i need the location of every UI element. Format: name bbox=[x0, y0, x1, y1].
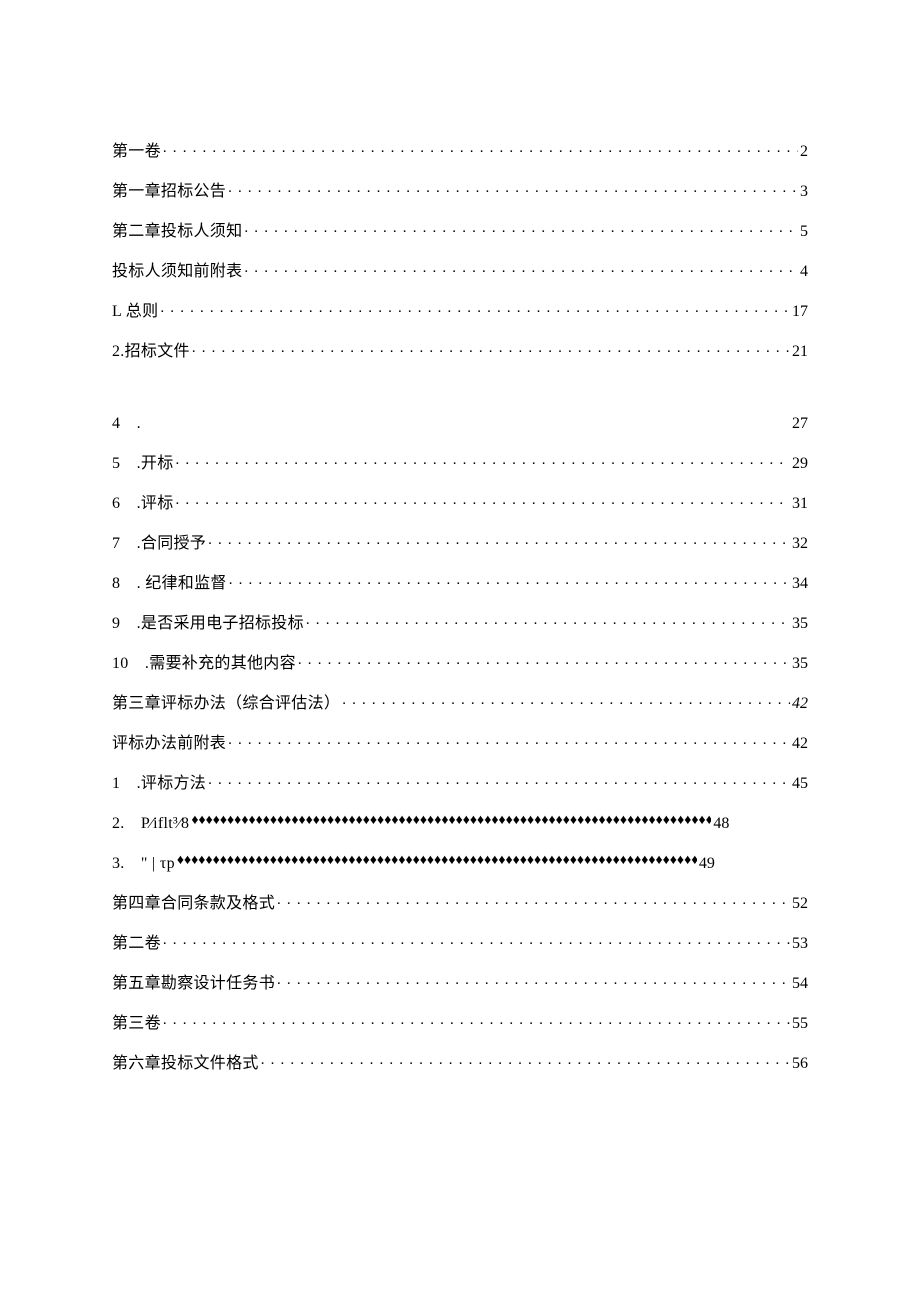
toc-page: 29 bbox=[792, 456, 808, 472]
toc-entry: 第四章合同条款及格式 52 bbox=[112, 892, 808, 912]
toc-entry: 4 . 27 bbox=[112, 412, 808, 432]
page: 第一卷 2 第一章招标公告 3 第二章投标人须知 5 投标人须知前附表 4 L … bbox=[0, 0, 920, 1072]
toc-entry: 3. " | τp 49 bbox=[112, 852, 808, 872]
toc-label: 评标办法前附表 bbox=[112, 736, 226, 752]
toc-label: 第一章招标公告 bbox=[112, 184, 226, 200]
toc-label: 第六章投标文件格式 bbox=[112, 1056, 259, 1072]
toc-label: L 总则 bbox=[112, 304, 158, 320]
toc-leader bbox=[163, 1012, 790, 1028]
toc-page: 31 bbox=[792, 496, 808, 512]
toc-entry: 9 .是否采用电子招标投标 35 bbox=[112, 612, 808, 632]
toc-page: 2 bbox=[800, 144, 808, 160]
toc-entry: 7 .合同授予 32 bbox=[112, 532, 808, 552]
toc-leader bbox=[228, 180, 798, 196]
toc-leader bbox=[163, 140, 798, 156]
toc-page: 21 bbox=[792, 344, 808, 360]
toc-leader bbox=[261, 1052, 790, 1068]
toc-entry: 第二卷 53 bbox=[112, 932, 808, 952]
toc-page: 17 bbox=[792, 304, 808, 320]
toc-page: 52 bbox=[792, 896, 808, 912]
toc-label: 2.招标文件 bbox=[112, 344, 190, 360]
toc-block: 4 . 27 5 .开标 29 6 .评标 31 7 .合同授予 32 8 . … bbox=[112, 412, 808, 1072]
toc-leader bbox=[192, 340, 790, 356]
toc-label: 第二卷 bbox=[112, 936, 161, 952]
toc-leader bbox=[160, 300, 790, 316]
toc-entry: 2.招标文件 21 bbox=[112, 340, 808, 360]
toc-label: 5 .开标 bbox=[112, 456, 174, 472]
toc-page: 34 bbox=[792, 576, 808, 592]
toc-page: 42 bbox=[792, 696, 808, 712]
toc-leader bbox=[277, 972, 790, 988]
toc-label: 第三章评标办法（综合评估法） bbox=[112, 696, 340, 712]
toc-page: 49 bbox=[699, 856, 715, 872]
toc-entry: 第五章勘察设计任务书 54 bbox=[112, 972, 808, 992]
toc-page: 56 bbox=[792, 1056, 808, 1072]
toc-page: 4 bbox=[800, 264, 808, 280]
toc-entry: 8 . 纪律和监督 34 bbox=[112, 572, 808, 592]
toc-label: 6 .评标 bbox=[112, 496, 174, 512]
toc-entry: 10 .需要补充的其他内容 35 bbox=[112, 652, 808, 672]
toc-page: 5 bbox=[800, 224, 808, 240]
toc-leader bbox=[306, 612, 790, 628]
toc-leader bbox=[163, 932, 790, 948]
toc-label: 4 . bbox=[112, 416, 141, 432]
toc-entry: 第一卷 2 bbox=[112, 140, 808, 160]
toc-leader bbox=[298, 652, 790, 668]
toc-label: 投标人须知前附表 bbox=[112, 264, 242, 280]
toc-leader bbox=[143, 412, 790, 428]
toc-label: 第二章投标人须知 bbox=[112, 224, 242, 240]
toc-leader bbox=[176, 492, 791, 508]
toc-label: 第三卷 bbox=[112, 1016, 161, 1032]
toc-label: 7 .合同授予 bbox=[112, 536, 206, 552]
toc-label: 1 .评标方法 bbox=[112, 776, 206, 792]
toc-entry: 第一章招标公告 3 bbox=[112, 180, 808, 200]
toc-label: 10 .需要补充的其他内容 bbox=[112, 656, 296, 672]
toc-leader bbox=[244, 220, 798, 236]
toc-leader bbox=[177, 852, 697, 868]
toc-label: 2. P⁄iflt³⁄8 bbox=[112, 816, 189, 832]
toc-entry: 第三章评标办法（综合评估法） 42 bbox=[112, 692, 808, 712]
toc-entry: 第六章投标文件格式 56 bbox=[112, 1052, 808, 1072]
toc-page: 42 bbox=[792, 736, 808, 752]
toc-page: 48 bbox=[713, 816, 729, 832]
toc-page: 35 bbox=[792, 656, 808, 672]
toc-leader bbox=[342, 692, 790, 708]
toc-leader bbox=[228, 732, 790, 748]
toc-label: 第五章勘察设计任务书 bbox=[112, 976, 275, 992]
toc-entry: 2. P⁄iflt³⁄8 48 bbox=[112, 812, 808, 832]
toc-label: 3. " | τp bbox=[112, 856, 175, 872]
toc-leader bbox=[277, 892, 790, 908]
toc-leader bbox=[244, 260, 798, 276]
toc-entry: 1 .评标方法 45 bbox=[112, 772, 808, 792]
toc-block: 第一卷 2 第一章招标公告 3 第二章投标人须知 5 投标人须知前附表 4 L … bbox=[112, 140, 808, 360]
toc-page: 45 bbox=[792, 776, 808, 792]
toc-label: 9 .是否采用电子招标投标 bbox=[112, 616, 304, 632]
toc-entry: L 总则 17 bbox=[112, 300, 808, 320]
toc-page: 3 bbox=[800, 184, 808, 200]
toc-leader bbox=[176, 452, 791, 468]
toc-page: 32 bbox=[792, 536, 808, 552]
toc-entry: 评标办法前附表 42 bbox=[112, 732, 808, 752]
toc-entry: 第三卷 55 bbox=[112, 1012, 808, 1032]
toc-label: 第一卷 bbox=[112, 144, 161, 160]
toc-page: 27 bbox=[792, 416, 808, 432]
toc-leader bbox=[229, 572, 790, 588]
toc-entry: 5 .开标 29 bbox=[112, 452, 808, 472]
toc-entry: 6 .评标 31 bbox=[112, 492, 808, 512]
toc-page: 54 bbox=[792, 976, 808, 992]
toc-leader bbox=[191, 812, 711, 828]
toc-leader bbox=[208, 532, 790, 548]
toc-label: 8 . 纪律和监督 bbox=[112, 576, 227, 592]
toc-label: 第四章合同条款及格式 bbox=[112, 896, 275, 912]
toc-entry: 第二章投标人须知 5 bbox=[112, 220, 808, 240]
toc-leader bbox=[208, 772, 790, 788]
toc-entry: 投标人须知前附表 4 bbox=[112, 260, 808, 280]
toc-page: 35 bbox=[792, 616, 808, 632]
toc-page: 55 bbox=[792, 1016, 808, 1032]
toc-page: 53 bbox=[792, 936, 808, 952]
